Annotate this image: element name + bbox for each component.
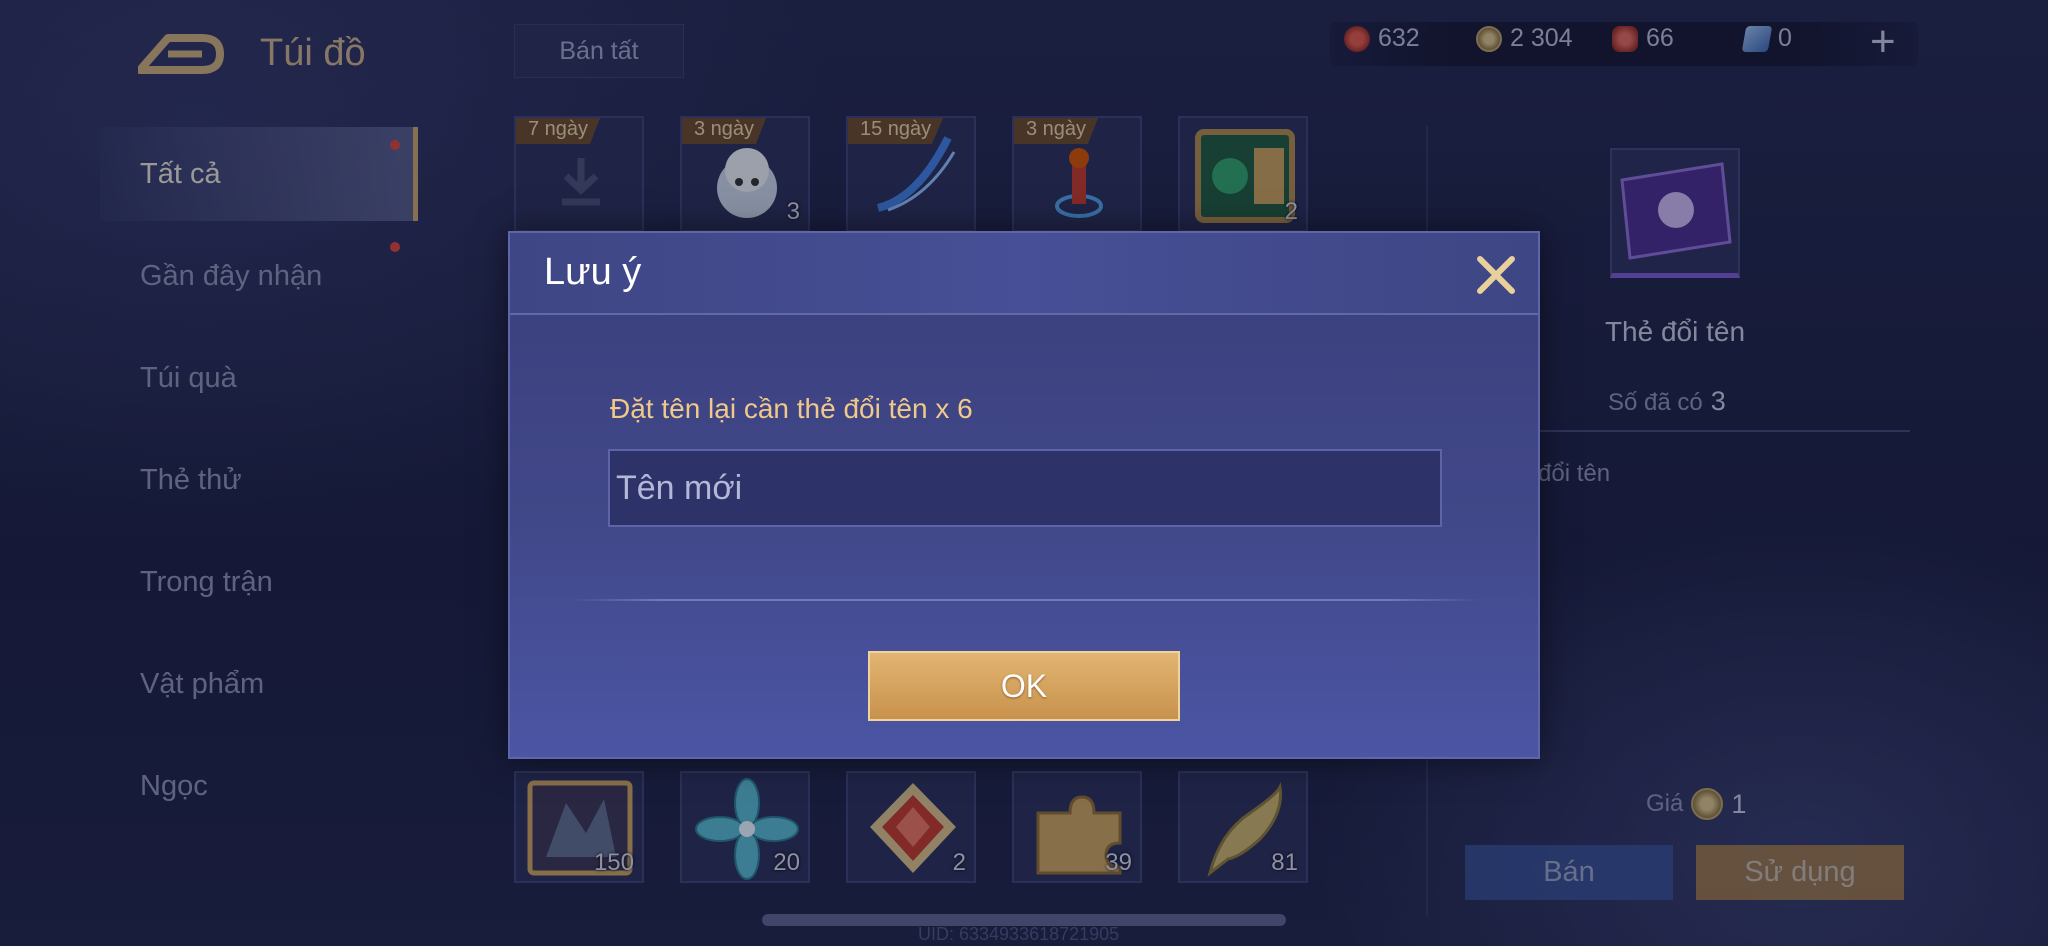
new-name-input[interactable] <box>608 449 1442 527</box>
dialog-title: Lưu ý <box>544 251 642 293</box>
close-button[interactable] <box>1474 253 1518 297</box>
dialog-divider <box>570 599 1482 601</box>
dialog-header: Lưu ý <box>510 233 1538 315</box>
close-icon <box>1477 256 1515 294</box>
notice-dialog: Lưu ý Đặt tên lại cần thẻ đổi tên x 6 OK <box>508 231 1540 759</box>
ok-button[interactable]: OK <box>868 651 1180 721</box>
dialog-message: Đặt tên lại cần thẻ đổi tên x 6 <box>610 393 973 424</box>
